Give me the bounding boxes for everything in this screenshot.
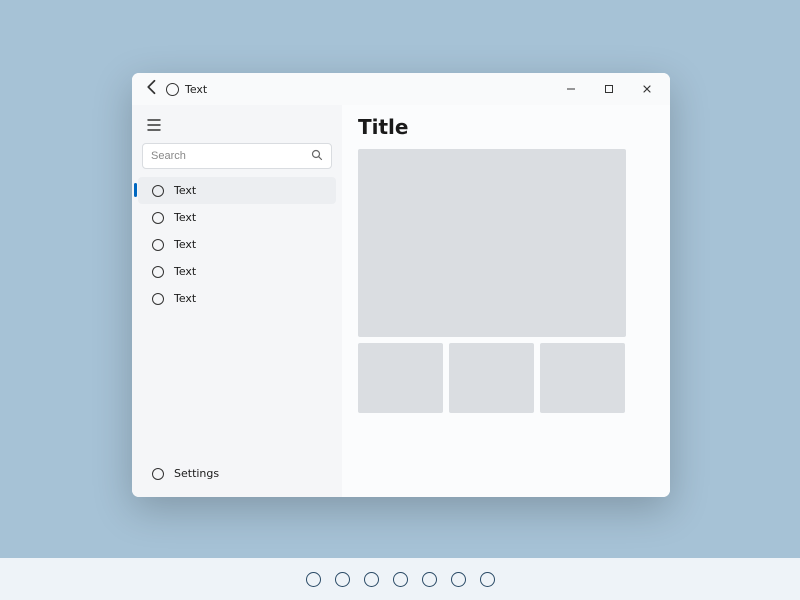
taskbar-item[interactable] [306,572,321,587]
maximize-button[interactable] [590,75,628,103]
taskbar-item[interactable] [422,572,437,587]
app-window: Text Text [132,73,670,497]
hero-placeholder [358,149,626,337]
circle-icon [152,468,164,480]
nav-item-label: Text [174,184,196,197]
taskbar-item[interactable] [335,572,350,587]
settings-label: Settings [174,467,219,480]
circle-icon [152,185,164,197]
nav-item-1[interactable]: Text [138,204,336,231]
nav-item-label: Text [174,238,196,251]
search-icon [311,149,323,164]
taskbar-item[interactable] [480,572,495,587]
search-input[interactable] [151,150,311,162]
nav-item-3[interactable]: Text [138,258,336,285]
app-icon [166,83,179,96]
circle-icon [152,293,164,305]
thumbnail-placeholder [358,343,443,413]
circle-icon [152,266,164,278]
hamburger-menu-button[interactable] [138,111,170,139]
circle-icon [152,239,164,251]
close-button[interactable] [628,75,666,103]
taskbar-item[interactable] [393,572,408,587]
thumbnail-row [358,343,654,413]
sidebar: Text Text Text Text Text [132,105,342,497]
taskbar [0,558,800,600]
window-title: Text [185,83,207,96]
circle-icon [152,212,164,224]
thumbnail-placeholder [540,343,625,413]
nav-item-2[interactable]: Text [138,231,336,258]
back-button[interactable] [142,77,162,101]
nav-item-label: Text [174,292,196,305]
nav-list: Text Text Text Text Text [132,177,342,312]
nav-item-4[interactable]: Text [138,285,336,312]
nav-item-label: Text [174,265,196,278]
nav-item-0[interactable]: Text [138,177,336,204]
taskbar-item[interactable] [451,572,466,587]
taskbar-item[interactable] [364,572,379,587]
nav-item-label: Text [174,211,196,224]
page-title: Title [358,115,654,139]
content-area: Title [342,105,670,497]
titlebar: Text [132,73,670,105]
minimize-button[interactable] [552,75,590,103]
nav-item-settings[interactable]: Settings [138,460,336,487]
search-box[interactable] [142,143,332,169]
thumbnail-placeholder [449,343,534,413]
